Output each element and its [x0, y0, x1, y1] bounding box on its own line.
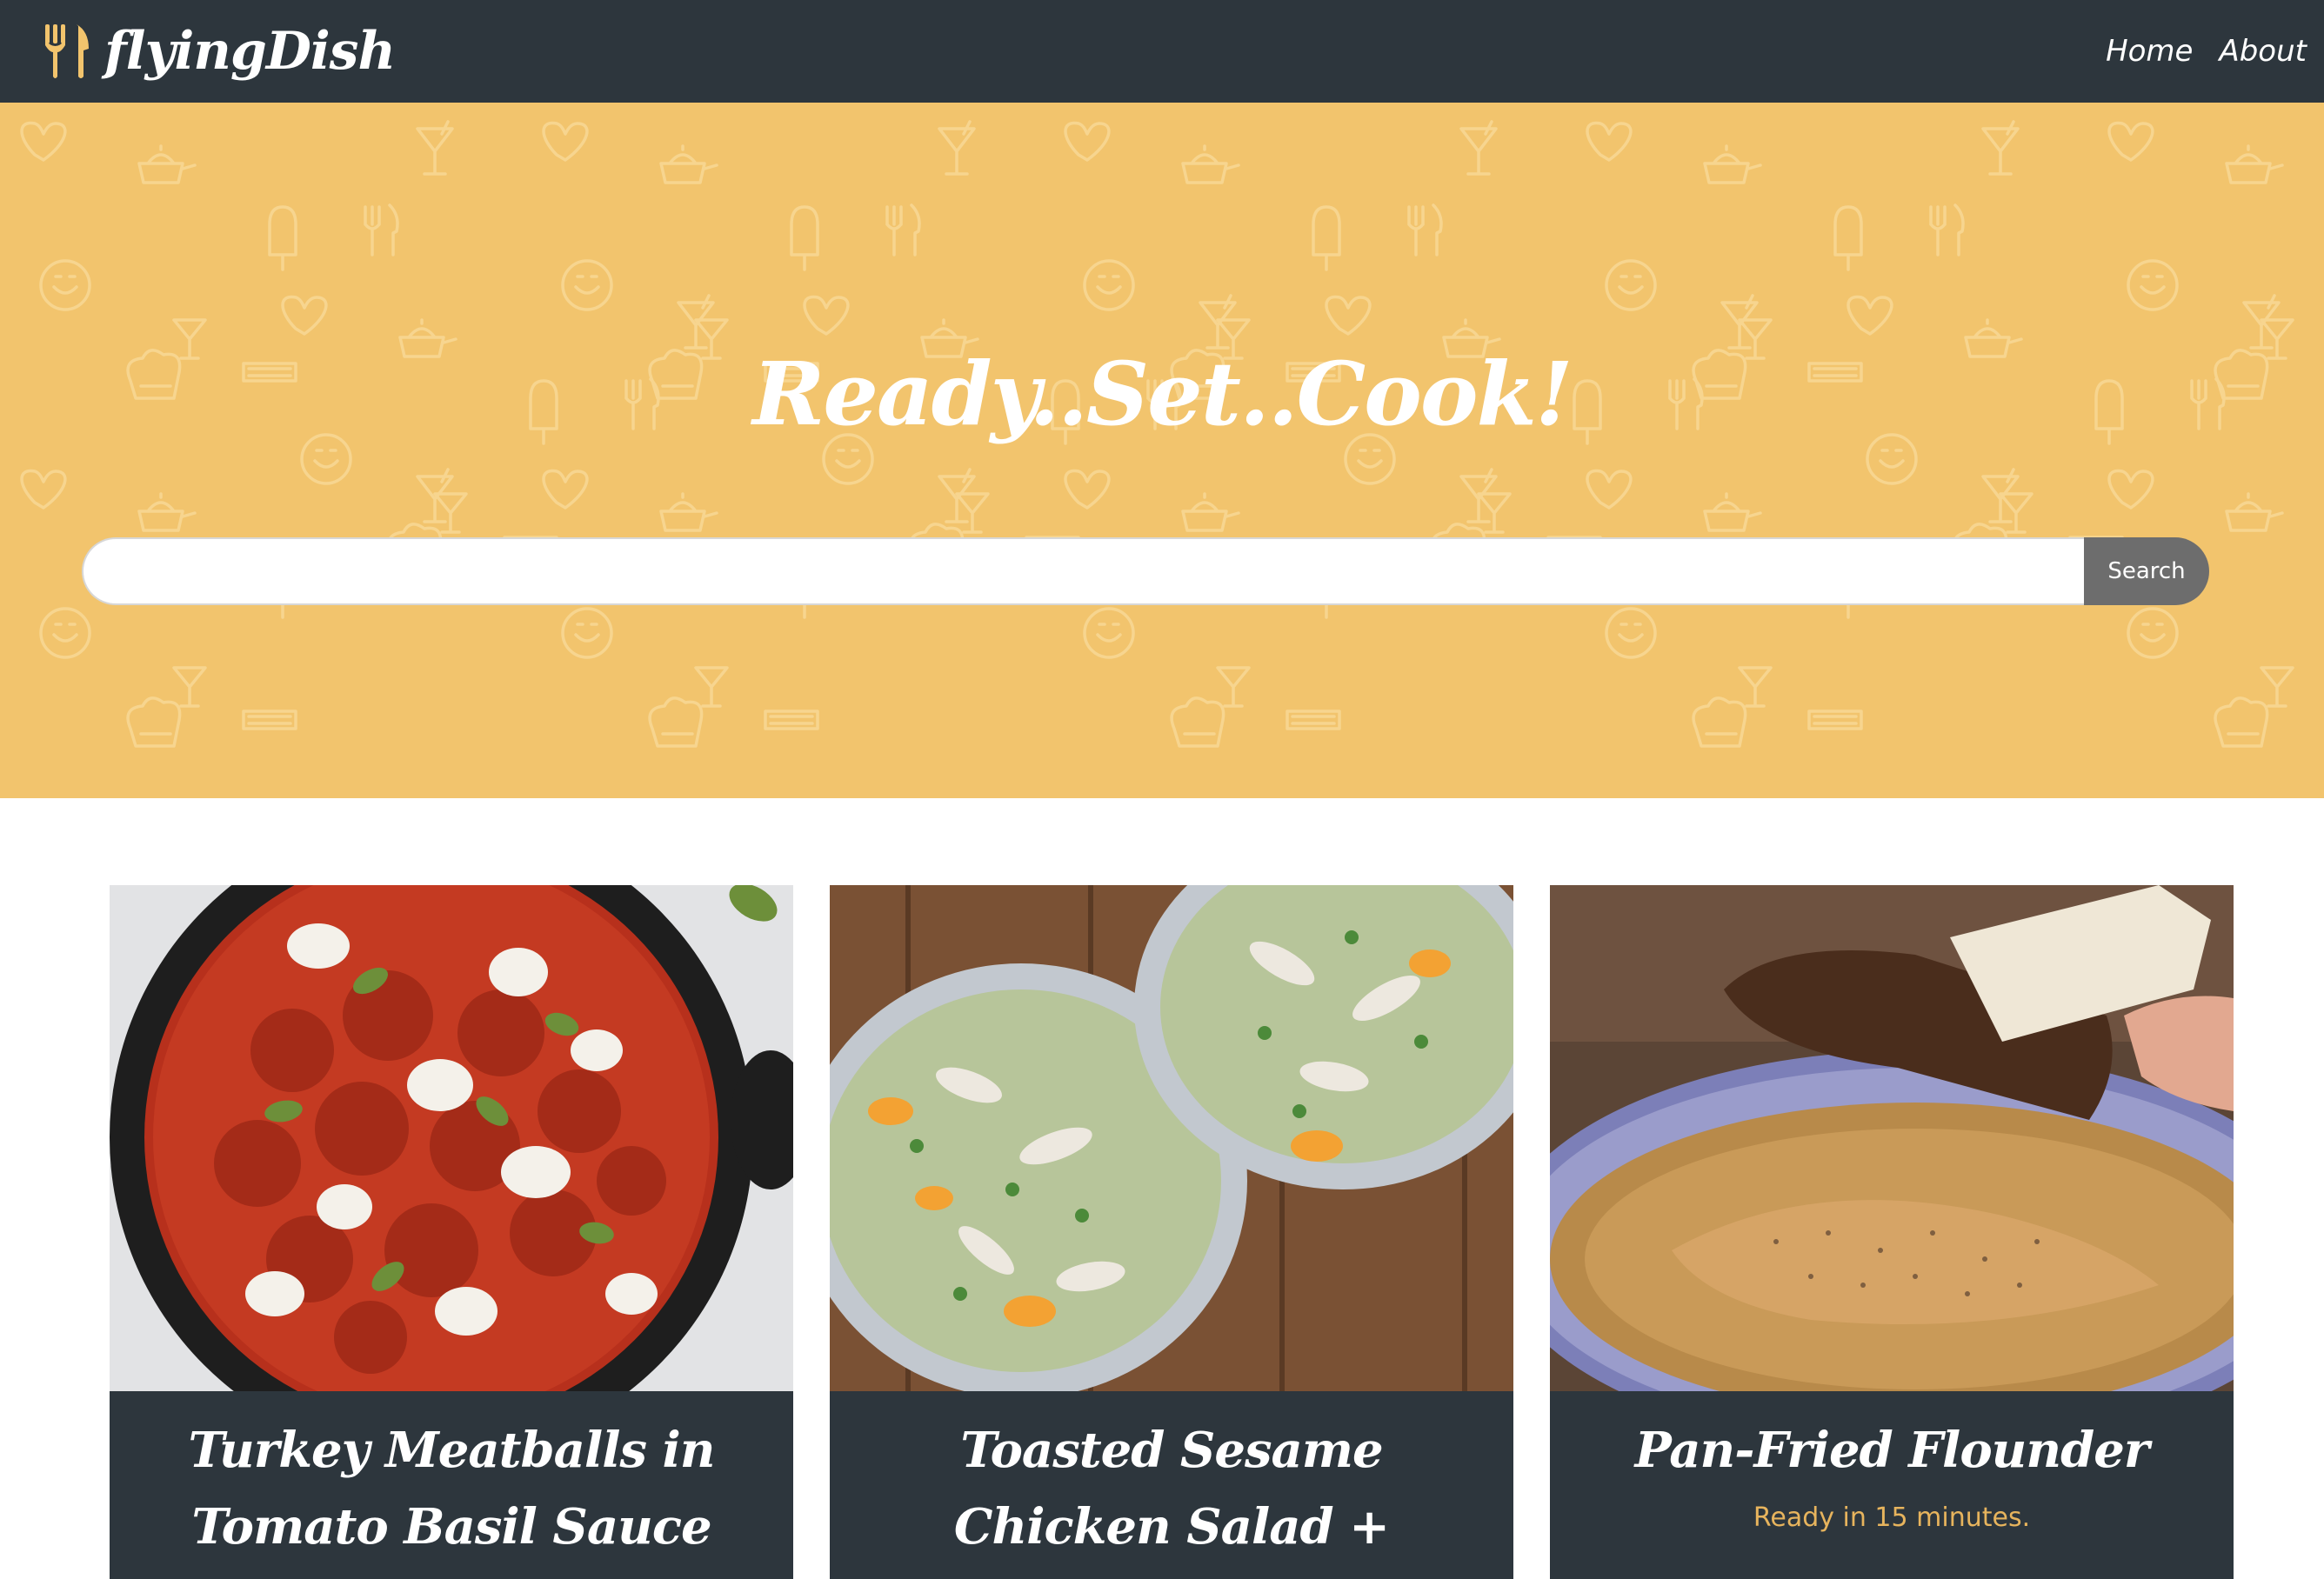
flounder-pan-photo[interactable] — [1550, 885, 2234, 1391]
fork-knife-icon — [43, 23, 92, 80]
search-input[interactable] — [82, 537, 2084, 605]
nav-link-home[interactable]: Home — [2106, 34, 2193, 69]
recipe-cards: Turkey Meatballs in Tomato Basil Sauce w… — [0, 885, 2324, 1579]
nav-link-about[interactable]: About — [2219, 34, 2307, 69]
recipe-card[interactable]: Pan-Fried Flounder Ready in 15 minutes. — [1550, 885, 2234, 1579]
navbar: flyingDish Home About — [0, 0, 2324, 103]
search-bar: Search — [82, 537, 2209, 605]
chicken-salad-photo[interactable] — [830, 885, 1513, 1391]
brand-name: flyingDish — [104, 21, 396, 82]
hero-title: Ready..Set..Cook! — [752, 343, 1573, 445]
recipe-subtitle: Ready in 15 minutes. — [1753, 1502, 2031, 1533]
recipe-card-body: Pan-Fried Flounder Ready in 15 minutes. — [1550, 1391, 2234, 1579]
recipe-card-body: Toasted Sesame Chicken Salad + Weekly Me… — [830, 1391, 1513, 1579]
meatballs-skillet-photo[interactable] — [110, 885, 793, 1391]
search-button[interactable]: Search — [2084, 537, 2209, 605]
recipe-title[interactable]: Turkey Meatballs in Tomato Basil Sauce w… — [144, 1412, 758, 1579]
recipe-card[interactable]: Turkey Meatballs in Tomato Basil Sauce w… — [110, 885, 793, 1579]
hero-banner: Ready..Set..Cook! Search — [0, 103, 2324, 798]
food-doodle-pattern — [20, 120, 2324, 748]
recipe-title[interactable]: Toasted Sesame Chicken Salad + Weekly Me… — [865, 1412, 1479, 1579]
recipe-card-body: Turkey Meatballs in Tomato Basil Sauce w… — [110, 1391, 793, 1579]
recipe-title[interactable]: Pan-Fried Flounder — [1585, 1412, 2199, 1489]
brand[interactable]: flyingDish — [43, 21, 396, 82]
nav-links: Home About — [2106, 34, 2307, 69]
recipe-card[interactable]: Toasted Sesame Chicken Salad + Weekly Me… — [830, 885, 1513, 1579]
